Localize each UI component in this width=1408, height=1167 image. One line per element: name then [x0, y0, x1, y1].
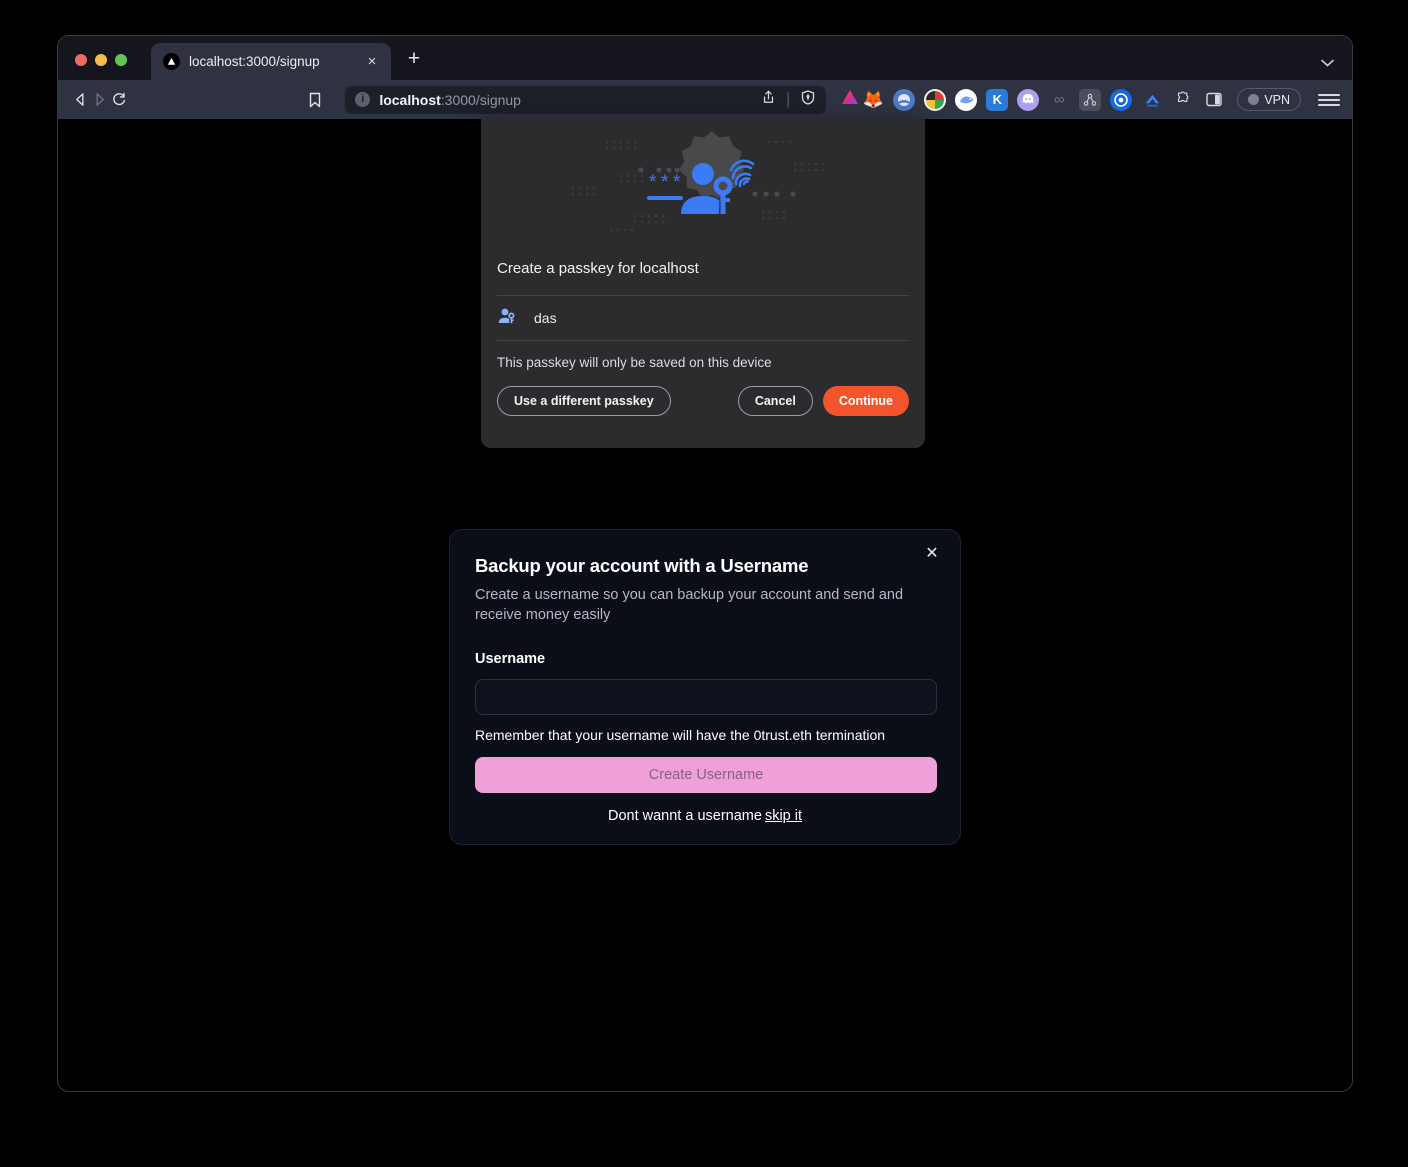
- target-blue-icon[interactable]: [1110, 88, 1133, 111]
- svg-text:*: *: [673, 172, 681, 193]
- passkey-dialog: * * * Create a passkey for localhost das…: [481, 119, 925, 448]
- passkey-account-name: das: [534, 310, 557, 326]
- site-info-icon[interactable]: i: [355, 92, 371, 107]
- bookmark-icon[interactable]: [306, 86, 323, 114]
- window-zoom-button[interactable]: [115, 54, 127, 66]
- wallet-blue-icon[interactable]: [893, 88, 916, 111]
- modal-title: Backup your account with a Username: [475, 555, 809, 576]
- colorful-circle-icon[interactable]: [924, 88, 947, 111]
- extensions-strip: 🦊 K ∞ VPN: [862, 88, 1341, 111]
- passkey-actions: Use a different passkey Cancel Continue: [481, 386, 925, 416]
- infinity-icon[interactable]: ∞: [1048, 89, 1070, 111]
- close-icon[interactable]: ✕: [921, 543, 943, 565]
- brave-shield-icon[interactable]: [799, 89, 817, 110]
- tab-close-button[interactable]: ×: [363, 53, 381, 71]
- window-minimize-button[interactable]: [95, 54, 107, 66]
- forward-arrow-icon[interactable]: [91, 86, 108, 114]
- create-username-button[interactable]: Create Username: [475, 757, 937, 793]
- back-arrow-icon[interactable]: [72, 86, 89, 114]
- vpn-status-icon: [1248, 94, 1260, 105]
- username-label: Username: [475, 651, 546, 667]
- passkey-fingerprint-illustration: * * *: [481, 119, 925, 258]
- rabby-wallet-icon[interactable]: [955, 88, 978, 111]
- new-tab-button[interactable]: +: [403, 48, 425, 71]
- skip-prefix-text: Dont wannt a username: [607, 808, 762, 824]
- page-viewport: * * * Create a passkey for localhost das…: [58, 119, 1352, 1091]
- passkey-cancel-button[interactable]: Cancel: [737, 386, 813, 416]
- hamburger-menu-icon[interactable]: [1318, 89, 1341, 111]
- window-close-button[interactable]: [75, 54, 87, 66]
- navigation-toolbar: i localhost:3000/signup | 🦊 K ∞ VPN: [58, 80, 1352, 119]
- share-icon[interactable]: [759, 90, 777, 109]
- chevron-down-icon[interactable]: [1321, 55, 1334, 70]
- svg-text:*: *: [661, 172, 669, 193]
- passkey-note: This passkey will only be saved on this …: [497, 355, 772, 370]
- username-input[interactable]: [475, 679, 937, 715]
- svg-text:*: *: [649, 172, 657, 193]
- metamask-fox-icon[interactable]: 🦊: [862, 89, 884, 111]
- graph-node-icon[interactable]: [1079, 88, 1102, 111]
- username-hint: Remember that your username will have th…: [475, 727, 886, 743]
- vpn-label: VPN: [1264, 92, 1291, 107]
- reload-icon[interactable]: [111, 86, 128, 114]
- browser-window: localhost:3000/signup × + i localhost:30…: [57, 35, 1353, 1092]
- skip-it-link[interactable]: skip it: [762, 808, 802, 824]
- username-modal: ✕ Backup your account with a Username Cr…: [449, 529, 961, 845]
- skip-row: Dont wannt a username skip it: [475, 808, 935, 824]
- phantom-wallet-icon[interactable]: [1017, 88, 1040, 111]
- puzzle-extension-icon[interactable]: [1172, 89, 1194, 111]
- sidebar-panel-icon[interactable]: [1203, 89, 1225, 111]
- url-path: :3000/signup: [440, 91, 521, 108]
- passkey-continue-button[interactable]: Continue: [822, 386, 909, 416]
- rainbow-wallet-icon[interactable]: [1141, 89, 1163, 111]
- url-bar[interactable]: i localhost:3000/signup |: [345, 85, 827, 114]
- url-text: localhost:3000/signup: [379, 92, 750, 108]
- window-traffic-lights: [58, 54, 127, 80]
- brave-triangle-icon: [163, 53, 180, 70]
- use-different-passkey-button[interactable]: Use a different passkey: [497, 386, 671, 416]
- modal-subtitle: Create a username so you can backup your…: [475, 587, 904, 623]
- toolbar-divider: |: [786, 90, 791, 108]
- browser-tab[interactable]: localhost:3000/signup ×: [151, 43, 391, 80]
- passkey-account-row: das: [497, 295, 909, 341]
- tab-title: localhost:3000/signup: [189, 54, 320, 69]
- vpn-button[interactable]: VPN: [1237, 88, 1302, 111]
- passkey-dialog-title: Create a passkey for localhost: [497, 260, 699, 277]
- user-key-icon: [497, 306, 517, 331]
- url-host: localhost: [379, 91, 441, 108]
- brave-rewards-triangle-icon[interactable]: [840, 88, 860, 111]
- tab-strip: localhost:3000/signup × +: [58, 36, 1352, 80]
- keplr-wallet-icon[interactable]: K: [986, 88, 1009, 111]
